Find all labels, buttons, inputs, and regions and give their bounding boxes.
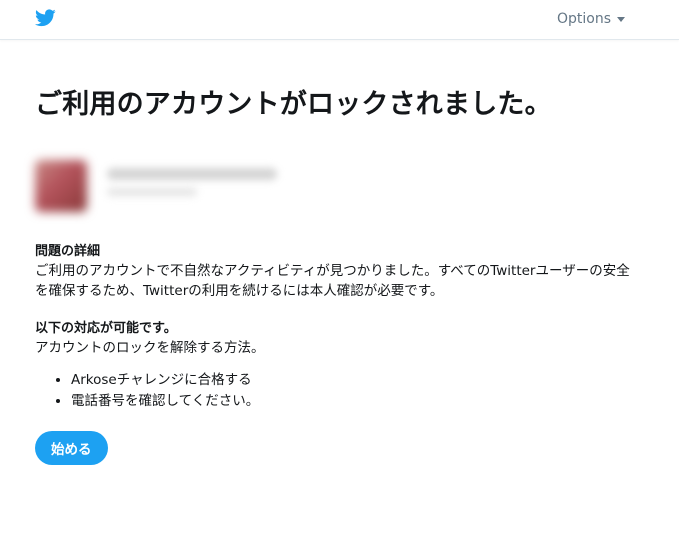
account-card-redacted [35, 156, 635, 226]
redacted-account-name [107, 168, 277, 180]
available-actions-heading: 以下の対応が可能です。 [35, 321, 177, 336]
list-item: 電話番号を確認してください。 [71, 391, 635, 412]
available-actions-intro: アカウントのロックを解除する方法。 [35, 340, 265, 356]
caret-down-icon[interactable] [617, 16, 625, 22]
options-label[interactable]: Options [557, 11, 611, 27]
page-title: ご利用のアカウントがロックされました。 [35, 89, 552, 120]
avatar [35, 160, 87, 212]
start-button[interactable]: 始める [35, 431, 108, 465]
problem-details-section: 問題の詳細 ご利用のアカウントで不自然なアクティビティが見つかりました。すべての… [35, 242, 635, 301]
problem-details-text: ご利用のアカウントで不自然なアクティビティが見つかりました。すべてのTwitte… [35, 263, 630, 299]
problem-details-heading: 問題の詳細 [35, 244, 101, 259]
twitter-bird-icon[interactable] [35, 9, 56, 27]
main-content: ご利用のアカウントがロックされました。 問題の詳細 ご利用のアカウントで不自然な… [35, 88, 635, 465]
unlock-options-list: Arkoseチャレンジに合格する 電話番号を確認してください。 [35, 370, 635, 412]
top-navigation-bar: Options [0, 0, 679, 40]
redacted-account-handle [107, 188, 197, 196]
options-dropdown[interactable]: Options [557, 11, 625, 27]
available-actions-section: 以下の対応が可能です。 アカウントのロックを解除する方法。 Arkoseチャレン… [35, 319, 635, 412]
list-item: Arkoseチャレンジに合格する [71, 370, 635, 391]
